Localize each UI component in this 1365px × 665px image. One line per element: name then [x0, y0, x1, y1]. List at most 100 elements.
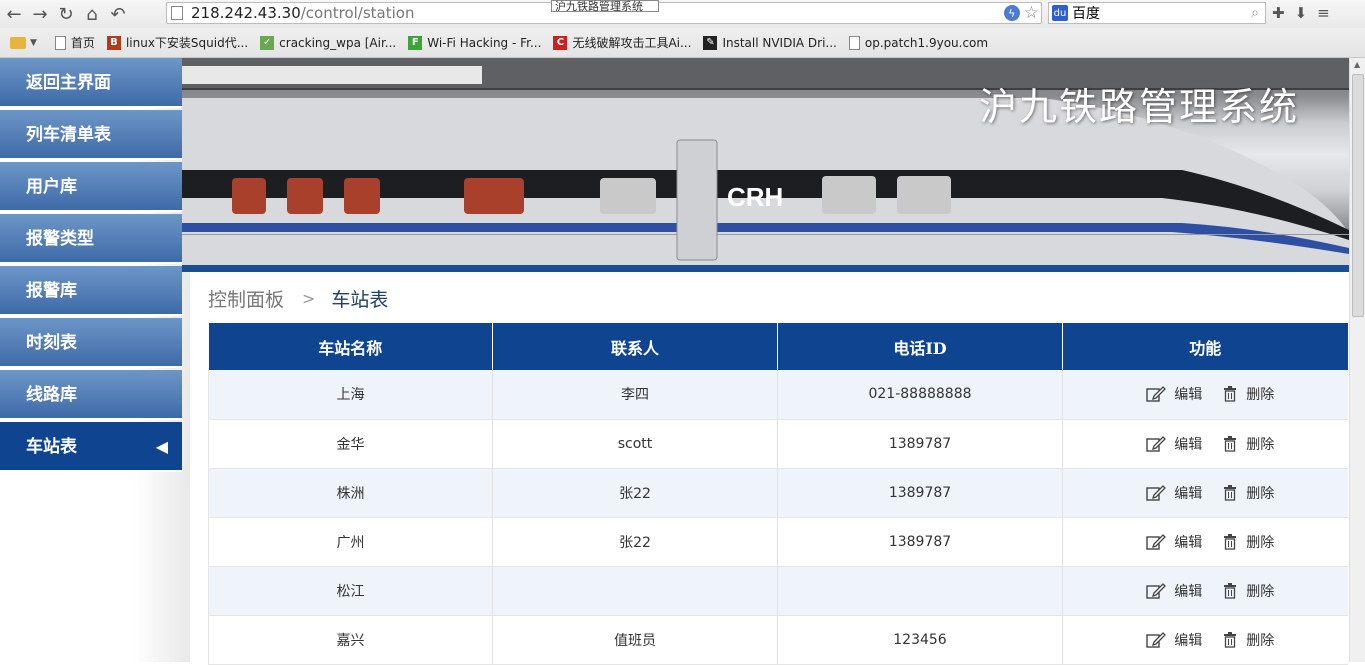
cell-contact: scott	[492, 419, 778, 469]
cell-actions: 编辑 删除	[1062, 419, 1348, 469]
edit-label: 编辑	[1174, 387, 1203, 404]
cell-contact: 李四	[492, 370, 778, 420]
bookmark-item[interactable]: F Wi-Fi Hacking - Fr...	[408, 35, 542, 50]
cell-actions: 编辑 删除	[1062, 468, 1348, 518]
url-path: /control/station	[300, 4, 415, 22]
download-icon[interactable]: ⬇	[1295, 4, 1308, 22]
bookmark-item[interactable]: C 无线破解攻击工具Ai...	[553, 34, 691, 51]
delete-label: 删除	[1246, 387, 1275, 404]
bookmark-item[interactable]: ✎ Install NVIDIA Dri...	[703, 35, 837, 50]
sidebar-item-7[interactable]: 线路库	[0, 370, 182, 420]
table-row: 松江 编辑 删除	[208, 566, 1348, 616]
breadcrumb-root[interactable]: 控制面板	[208, 285, 284, 312]
header-station-name: 车站名称	[208, 323, 493, 370]
sidebar-item-4[interactable]: 报警类型	[0, 214, 182, 264]
delete-label: 删除	[1246, 485, 1275, 502]
page-icon	[171, 6, 183, 20]
trash-icon	[1222, 484, 1238, 501]
table-header-row: 车站名称 联系人 电话ID 功能	[208, 323, 1348, 370]
active-arrow-icon: ◀	[155, 437, 168, 456]
puzzle-icon[interactable]: ✚	[1272, 4, 1285, 22]
sidebar-item-5[interactable]: 报警库	[0, 266, 182, 316]
trash-icon	[1222, 582, 1238, 599]
edit-button[interactable]: 编辑	[1146, 483, 1202, 503]
bookmark-favicon-icon	[54, 35, 66, 50]
bookmark-label: op.patch1.9you.com	[864, 35, 989, 50]
delete-button[interactable]: 删除	[1222, 384, 1274, 404]
chevron-down-icon[interactable]: ▼	[30, 38, 37, 48]
bookmark-label: 首页	[70, 36, 95, 50]
system-title: 沪九铁路管理系统	[978, 85, 1299, 129]
cell-station-name: 株洲	[208, 468, 493, 518]
delete-button[interactable]: 删除	[1222, 434, 1274, 454]
edit-label: 编辑	[1174, 436, 1203, 453]
home-icon[interactable]: ⌂	[80, 2, 104, 26]
bookmark-item[interactable]: Blinux下安装Squid代...	[106, 34, 249, 51]
menu-icon[interactable]: ≡	[1317, 4, 1330, 22]
bookmark-item[interactable]: ✓ cracking_wpa [Air...	[260, 35, 396, 50]
delete-label: 删除	[1246, 436, 1275, 453]
delete-label: 删除	[1246, 534, 1275, 551]
bookmark-item[interactable]: 首页	[54, 34, 95, 51]
bookmark-favicon-icon: C	[553, 35, 568, 50]
svg-text:CRH: CRH	[727, 182, 783, 212]
cell-station-name: 金华	[208, 419, 493, 469]
sidebar-item-6[interactable]: 时刻表	[0, 318, 182, 368]
edit-button[interactable]: 编辑	[1146, 434, 1202, 454]
scroll-up-icon[interactable]: ▲	[1354, 60, 1360, 69]
extension-icons: ✚ ⬇ ≡	[1272, 4, 1330, 22]
cell-contact	[492, 566, 778, 616]
edit-label: 编辑	[1174, 534, 1203, 551]
cell-contact: 张22	[492, 468, 778, 518]
undo-icon[interactable]: ↶	[106, 2, 130, 26]
reload-icon[interactable]: ↻	[54, 2, 78, 26]
trash-icon	[1222, 386, 1238, 402]
header-contact: 联系人	[492, 323, 778, 370]
trash-icon	[1222, 631, 1238, 648]
header-actions: 功能	[1062, 323, 1348, 370]
lightning-icon[interactable]: ϟ	[1003, 5, 1020, 21]
back-arrow-icon[interactable]: ←	[2, 2, 26, 26]
sidebar-item-8[interactable]: 车站表 ◀	[0, 422, 182, 472]
cell-phone: 1389787	[777, 517, 1063, 567]
search-icon[interactable]: ⌕	[1251, 5, 1265, 21]
edit-button[interactable]: 编辑	[1146, 532, 1202, 552]
sidebar: 返回主界面 列车清单表 用户库报警类型报警库 时刻表 线路库 车站表 ◀	[0, 58, 190, 662]
sidebar-item-2[interactable]: 列车清单表	[0, 110, 182, 160]
bookmark-label: 无线破解攻击工具Ai...	[572, 36, 692, 50]
edit-label: 编辑	[1174, 583, 1203, 600]
trash-icon	[1222, 435, 1238, 452]
forward-arrow-icon[interactable]: →	[28, 2, 52, 26]
edit-label: 编辑	[1174, 485, 1203, 502]
sidebar-item-3[interactable]: 用户库	[0, 162, 182, 212]
station-table: 车站名称 联系人 电话ID 功能 上海 李四 021-88888888 编辑 删除 金华 s…	[208, 323, 1348, 665]
edit-button[interactable]: 编辑	[1146, 384, 1202, 404]
cell-contact: 值班员	[492, 615, 778, 665]
table-row: 嘉兴 值班员 123456 编辑 删除	[208, 615, 1348, 665]
search-box[interactable]: du 百度 ⌕	[1048, 2, 1266, 24]
bookmark-label: Wi-Fi Hacking - Fr...	[427, 35, 542, 50]
bookmark-item[interactable]: op.patch1.9you.com	[848, 35, 989, 50]
delete-button[interactable]: 删除	[1222, 532, 1274, 552]
bookmark-folder-icon[interactable]	[10, 36, 26, 49]
edit-icon	[1146, 533, 1167, 550]
cell-station-name: 松江	[208, 566, 493, 616]
bookmark-favicon-icon: F	[408, 35, 423, 50]
trash-icon	[1222, 533, 1238, 550]
page-scrollbar[interactable]: ▲	[1349, 58, 1365, 662]
edit-button[interactable]: 编辑	[1146, 630, 1202, 650]
scroll-thumb[interactable]	[1352, 74, 1364, 317]
delete-button[interactable]: 删除	[1222, 483, 1274, 503]
bookmarks-bar: ▼ 首页 Blinux下安装Squid代... ✓ cracking_wpa [Air…	[0, 28, 1365, 58]
delete-button[interactable]: 删除	[1222, 581, 1274, 601]
table-row: 广州 张22 1389787 编辑 删除	[208, 517, 1348, 567]
sidebar-item-1[interactable]: 返回主界面	[0, 58, 182, 108]
delete-button[interactable]: 删除	[1222, 630, 1274, 650]
bookmark-label: linux下安装Squid代...	[125, 36, 249, 50]
edit-label: 编辑	[1174, 632, 1203, 649]
star-icon[interactable]: ☆	[1024, 3, 1039, 23]
cell-phone: 1389787	[777, 419, 1063, 469]
sidebar-item-label: 报警类型	[26, 229, 94, 249]
cell-actions: 编辑 删除	[1062, 370, 1348, 420]
edit-button[interactable]: 编辑	[1146, 581, 1202, 601]
